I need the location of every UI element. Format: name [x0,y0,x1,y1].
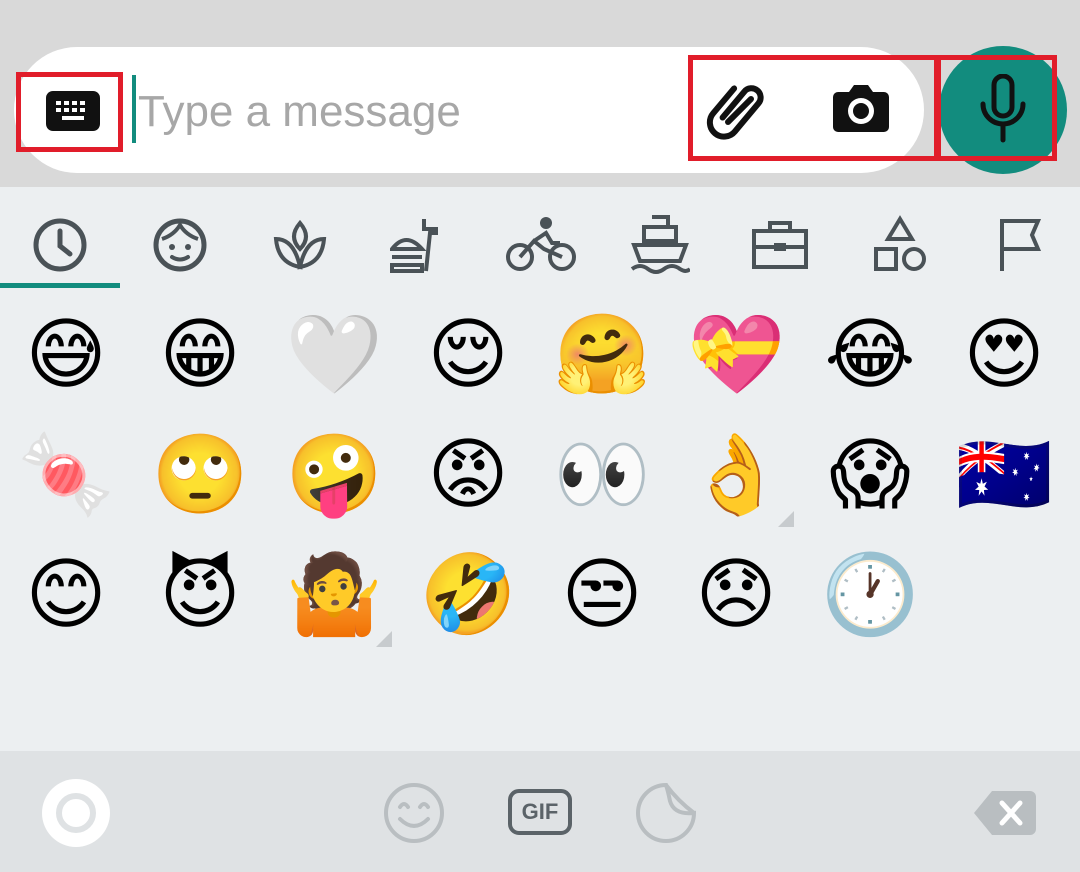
cyclist-icon [506,217,576,271]
tab-gif[interactable]: GIF [508,789,572,835]
tab-symbols[interactable] [840,205,960,305]
emoji-key[interactable]: 🕐 [820,545,920,645]
message-input[interactable] [138,80,678,144]
camera-icon[interactable] [832,82,890,134]
tab-recent[interactable] [0,205,120,305]
emoji-key[interactable]: 😡 [418,425,518,525]
text-cursor [132,75,136,143]
chat-compose-screen: 😅 😁 🤍 😌 🤗 💝 😂 😍 🍬 🙄 🤪 😡 👀 👌 😱 🇦🇺 😊 😈 🤷 🤣 😒 😞 🕐 GIF [0,0,1080,872]
tab-smileys[interactable] [120,205,240,305]
skin-tone-variant-indicator [778,511,794,527]
emoji-key[interactable]: 🇦🇺 [954,425,1054,525]
active-tab-indicator [0,283,120,288]
emoji-key[interactable]: 😞 [686,545,786,645]
flag-icon [1000,219,1042,271]
food-icon [390,219,438,273]
tab-nature[interactable] [240,205,360,305]
emoji-key[interactable]: 🙄 [150,425,250,525]
record-circle-icon[interactable] [42,779,110,847]
face-icon [153,218,207,272]
tab-stickers[interactable] [634,781,698,845]
emoji-key[interactable]: 😌 [418,305,518,405]
input-bar [0,0,1080,187]
leaf-icon [273,219,327,270]
microphone-button[interactable] [939,46,1067,174]
keyboard-icon[interactable] [46,91,100,131]
tab-objects[interactable] [720,205,840,305]
backspace-icon[interactable] [972,789,1038,837]
briefcase-icon [752,221,808,269]
smiley-icon [384,783,444,843]
emoji-key[interactable]: 🤣 [418,545,518,645]
shapes-icon [874,215,926,271]
emoji-key[interactable]: 💝 [686,305,786,405]
emoji-key[interactable]: 😂 [820,305,920,405]
emoji-key[interactable]: 🍬 [16,425,116,525]
ship-icon [630,215,690,274]
emoji-key[interactable]: 🤗 [552,305,652,405]
keyboard-bottom-bar: GIF [0,751,1080,872]
emoji-key[interactable]: 🤪 [284,425,384,525]
emoji-key[interactable]: 👀 [552,425,652,525]
tab-emoji[interactable] [382,781,446,845]
tab-travel[interactable] [600,205,720,305]
emoji-key[interactable]: 😍 [954,305,1054,405]
emoji-key[interactable]: 😅 [16,305,116,405]
tab-activity[interactable] [480,205,600,305]
sticker-icon [636,782,697,843]
emoji-panel: 😅 😁 🤍 😌 🤗 💝 😂 😍 🍬 🙄 🤪 😡 👀 👌 😱 🇦🇺 😊 😈 🤷 🤣 😒 😞 🕐 [0,187,1080,751]
emoji-key[interactable]: 😈 [150,545,250,645]
emoji-key[interactable]: 😊 [16,545,116,645]
emoji-key[interactable]: 😁 [150,305,250,405]
emoji-key[interactable]: 👌 [686,425,786,525]
emoji-key[interactable]: 😱 [820,425,920,525]
skin-tone-variant-indicator [376,631,392,647]
emoji-key[interactable]: 🤷 [284,545,384,645]
gif-label: GIF [521,799,559,824]
paperclip-icon[interactable] [706,80,774,140]
microphone-icon [980,74,1026,143]
emoji-key[interactable]: 🤍 [284,305,384,405]
tab-food[interactable] [360,205,480,305]
tab-flags[interactable] [960,205,1080,305]
emoji-key[interactable]: 😒 [552,545,652,645]
clock-icon [33,218,87,272]
